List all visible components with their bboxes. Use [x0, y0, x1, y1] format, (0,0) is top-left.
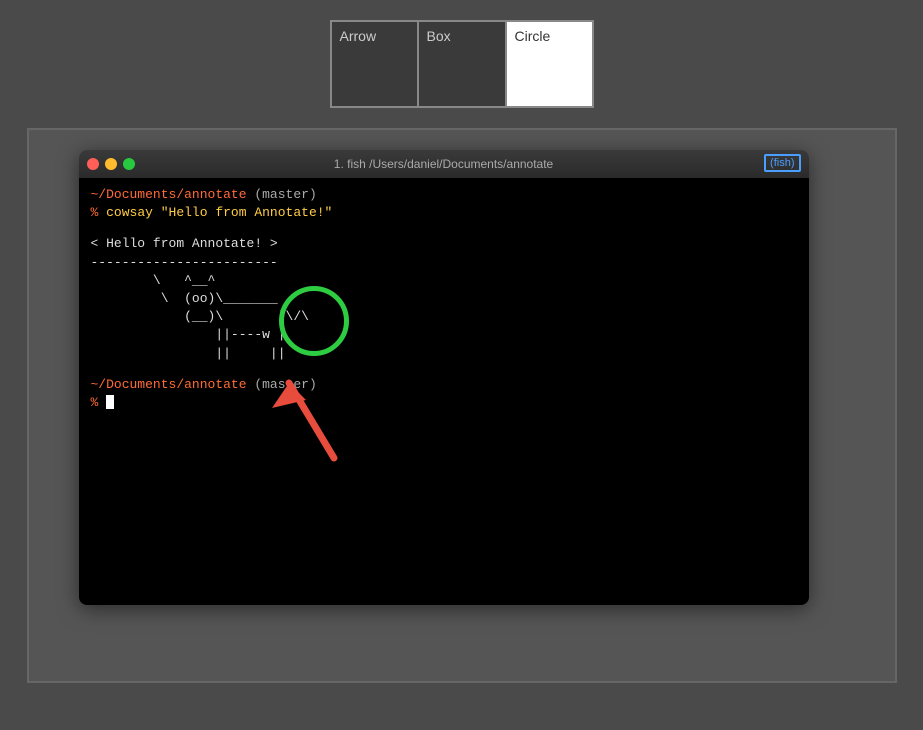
terminal-line-7: (__)\ )\/\: [91, 308, 797, 326]
box-label: Box: [427, 28, 451, 44]
maximize-button[interactable]: [123, 158, 135, 170]
terminal-blank-1: [91, 222, 797, 235]
terminal-line-2: % cowsay "Hello from Annotate!": [91, 204, 797, 222]
circle-button[interactable]: Circle: [506, 20, 594, 108]
circle-label: Circle: [515, 28, 551, 44]
terminal-window: 1. fish /Users/daniel/Documents/annotate…: [79, 150, 809, 605]
terminal-line-8: ||----w |: [91, 326, 797, 344]
terminal-line-4: ------------------------: [91, 254, 797, 272]
term-master-2: (master): [247, 377, 317, 392]
box-button[interactable]: Box: [418, 20, 506, 108]
minimize-button[interactable]: [105, 158, 117, 170]
terminal-titlebar: 1. fish /Users/daniel/Documents/annotate…: [79, 150, 809, 178]
close-button[interactable]: [87, 158, 99, 170]
term-path-1: ~/Documents/annotate: [91, 187, 247, 202]
term-path-2: ~/Documents/annotate: [91, 377, 247, 392]
terminal-line-11: %: [91, 394, 797, 412]
term-cmd-2: cowsay "Hello from Annotate!": [106, 205, 332, 220]
traffic-lights: [87, 158, 135, 170]
terminal-line-6: \ (oo)\_______: [91, 290, 797, 308]
terminal-line-10: ~/Documents/annotate (master): [91, 376, 797, 394]
term-master-1: (master): [247, 187, 317, 202]
annotation-area[interactable]: 1. fish /Users/daniel/Documents/annotate…: [27, 128, 897, 683]
terminal-body[interactable]: ~/Documents/annotate (master) % cowsay "…: [79, 178, 809, 605]
terminal-line-1: ~/Documents/annotate (master): [91, 186, 797, 204]
terminal-line-3: < Hello from Annotate! >: [91, 235, 797, 253]
arrow-label: Arrow: [340, 28, 377, 44]
term-prompt-2: %: [91, 205, 107, 220]
toolbar: Arrow Box Circle: [330, 20, 594, 108]
terminal-title: 1. fish /Users/daniel/Documents/annotate: [334, 157, 553, 171]
term-prompt-3: %: [91, 395, 107, 410]
terminal-blank-2: [91, 363, 797, 376]
terminal-line-9: || ||: [91, 345, 797, 363]
fish-badge: (fish): [764, 154, 800, 172]
arrow-button[interactable]: Arrow: [330, 20, 418, 108]
terminal-line-5: \ ^__^: [91, 272, 797, 290]
term-cursor: [106, 395, 114, 409]
